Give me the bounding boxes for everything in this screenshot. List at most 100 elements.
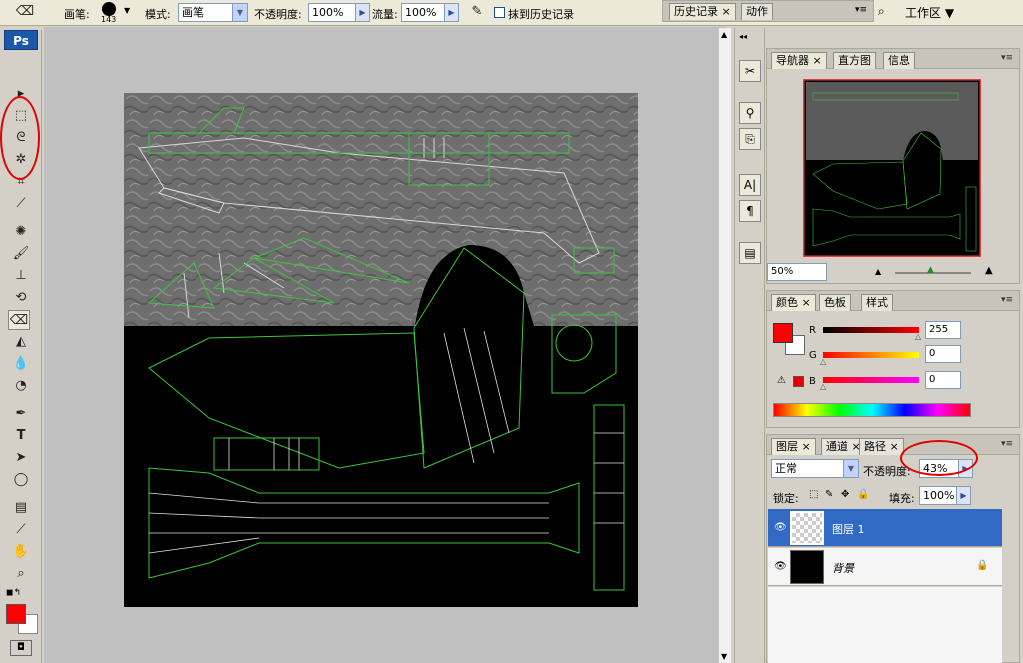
zoom-slider-handle[interactable]: ▲ bbox=[927, 265, 934, 275]
color-tabs: 颜色 × 色板 样式 ▾≡ bbox=[767, 291, 1019, 311]
healing-brush-icon[interactable]: ✺ bbox=[10, 222, 32, 242]
eyedropper-icon[interactable]: ⟋ bbox=[10, 520, 32, 540]
history-brush-icon[interactable]: ⟲ bbox=[10, 288, 32, 308]
eraser-tool-icon[interactable]: ⌫ bbox=[14, 2, 36, 22]
chevron-down-icon: ▼ bbox=[843, 460, 858, 477]
annotation-circle bbox=[0, 96, 40, 180]
clone-source-icon[interactable]: ⎘ bbox=[739, 128, 761, 150]
gamut-warning-icon[interactable]: ⚠ bbox=[777, 375, 786, 386]
dodge-tool-icon[interactable]: ◔ bbox=[10, 376, 32, 396]
tab-label: 色板 bbox=[824, 296, 846, 309]
zoom-tool-icon[interactable]: ⌕ bbox=[10, 564, 32, 584]
tab-info[interactable]: 信息 bbox=[883, 52, 915, 69]
flow-field[interactable]: 100% ▶ bbox=[401, 3, 459, 22]
chevron-down-icon: ▼ bbox=[232, 4, 247, 21]
tab-layers[interactable]: 图层 × bbox=[771, 438, 816, 455]
tab-label: 样式 bbox=[866, 296, 888, 309]
type-tool-icon[interactable]: T bbox=[10, 426, 32, 446]
slider-handle[interactable]: △ bbox=[915, 332, 921, 341]
layer-row-selected[interactable]: 👁 图层 1 bbox=[768, 509, 1002, 547]
g-value-field[interactable]: 0 bbox=[925, 345, 961, 363]
brush-preview-icon[interactable] bbox=[102, 2, 116, 16]
search-icon[interactable]: ⌕ bbox=[878, 4, 885, 19]
lock-label: 锁定: bbox=[773, 492, 799, 505]
blend-mode-select[interactable]: 正常 ▼ bbox=[771, 459, 859, 478]
tab-swatches[interactable]: 色板 bbox=[819, 294, 851, 311]
scroll-up-icon[interactable]: ▲ bbox=[721, 30, 727, 39]
paint-bucket-icon[interactable]: ◭ bbox=[10, 332, 32, 352]
layer-comps-icon[interactable]: ▤ bbox=[739, 242, 761, 264]
paragraph-icon[interactable]: ¶ bbox=[739, 200, 761, 222]
zoom-in-icon[interactable]: ▲ bbox=[985, 265, 993, 276]
navigator-thumbnail[interactable] bbox=[803, 79, 981, 257]
eraser-tool-icon[interactable]: ⌫ bbox=[8, 310, 30, 330]
visibility-eye-icon[interactable]: 👁 bbox=[774, 522, 787, 533]
g-value: 0 bbox=[929, 348, 936, 359]
r-slider[interactable] bbox=[823, 327, 919, 333]
vertical-scrollbar[interactable]: ▲ ▼ bbox=[718, 28, 731, 663]
slider-arrow-icon[interactable]: ▶ bbox=[444, 4, 458, 21]
clone-stamp-icon[interactable]: ⊥ bbox=[10, 266, 32, 286]
b-value: 0 bbox=[929, 374, 936, 385]
panel-menu-icon[interactable]: ▾≡ bbox=[855, 5, 867, 15]
slider-handle[interactable]: △ bbox=[820, 382, 826, 391]
fill-value: 100% bbox=[923, 489, 955, 502]
b-value-field[interactable]: 0 bbox=[925, 371, 961, 389]
hand-tool-icon[interactable]: ✋ bbox=[10, 542, 32, 562]
foreground-color-swatch[interactable] bbox=[773, 323, 793, 343]
g-slider[interactable] bbox=[823, 352, 919, 358]
lock-all-icon[interactable]: 🔒 bbox=[857, 489, 869, 500]
tool-presets-icon[interactable]: ✂ bbox=[739, 60, 761, 82]
gamut-swatch[interactable] bbox=[793, 376, 804, 387]
fill-field[interactable]: 100% ▶ bbox=[919, 486, 971, 505]
history-tab-label: 历史记录 bbox=[674, 5, 718, 18]
scroll-down-icon[interactable]: ▼ bbox=[721, 652, 727, 661]
layer-row[interactable]: 👁 背景 🔒 bbox=[768, 548, 1002, 586]
lock-pixels-icon[interactable]: ✎ bbox=[825, 489, 833, 500]
slider-arrow-icon[interactable]: ▶ bbox=[956, 487, 970, 504]
path-select-icon[interactable]: ➤ bbox=[10, 448, 32, 468]
airbrush-icon[interactable]: ✎ bbox=[466, 2, 488, 22]
tab-navigator[interactable]: 导航器 × bbox=[771, 52, 827, 69]
tab-paths[interactable]: 路径 × bbox=[859, 438, 904, 455]
panel-menu-icon[interactable]: ▾≡ bbox=[1001, 53, 1013, 63]
lock-position-icon[interactable]: ✥ bbox=[841, 489, 849, 500]
tab-color[interactable]: 颜色 × bbox=[771, 294, 816, 311]
erase-history-checkbox[interactable] bbox=[494, 7, 505, 18]
blur-tool-icon[interactable]: 💧 bbox=[10, 354, 32, 374]
character-icon[interactable]: A| bbox=[739, 174, 761, 196]
workspace-menu[interactable]: 工作区 ▼ bbox=[905, 4, 954, 21]
panel-menu-icon[interactable]: ▾≡ bbox=[1001, 439, 1013, 449]
tab-actions[interactable]: 动作 bbox=[741, 3, 773, 20]
b-label: B bbox=[809, 376, 816, 387]
tab-histogram[interactable]: 直方图 bbox=[833, 52, 876, 69]
tab-history[interactable]: 历史记录 × bbox=[669, 3, 736, 20]
mode-select[interactable]: 画笔 ▼ bbox=[178, 3, 248, 22]
notes-tool-icon[interactable]: ▤ bbox=[10, 498, 32, 518]
r-value-field[interactable]: 255 bbox=[925, 321, 961, 339]
pen-tool-icon[interactable]: ✒ bbox=[10, 404, 32, 424]
foreground-color-swatch[interactable] bbox=[6, 604, 26, 624]
tab-styles[interactable]: 样式 bbox=[861, 294, 893, 311]
slider-arrow-icon[interactable]: ▶ bbox=[355, 4, 369, 21]
zoom-out-icon[interactable]: ▲ bbox=[875, 267, 881, 276]
lock-transparent-icon[interactable]: ⬚ bbox=[809, 489, 818, 500]
slice-tool-icon[interactable]: ⟋ bbox=[10, 194, 32, 214]
opacity-field[interactable]: 100% ▶ bbox=[308, 3, 370, 22]
color-ramp[interactable] bbox=[773, 403, 971, 417]
slider-handle[interactable]: △ bbox=[820, 357, 826, 366]
document-canvas[interactable] bbox=[124, 93, 638, 607]
zoom-field[interactable]: 50% bbox=[767, 263, 827, 281]
ellipse-tool-icon[interactable]: ◯ bbox=[10, 470, 32, 490]
brushes-icon[interactable]: ⚲ bbox=[739, 102, 761, 124]
b-slider[interactable] bbox=[823, 377, 919, 383]
default-colors-icon[interactable]: ◼↰ bbox=[6, 588, 21, 598]
quick-mask-icon[interactable]: ◘ bbox=[10, 640, 32, 656]
tab-label: 直方图 bbox=[838, 54, 871, 67]
visibility-eye-icon[interactable]: 👁 bbox=[774, 561, 787, 572]
expand-icon[interactable]: ◂◂ bbox=[739, 32, 747, 41]
tab-label: 图层 bbox=[776, 440, 798, 453]
brush-tool-icon[interactable]: 🖌 bbox=[10, 244, 32, 264]
panel-menu-icon[interactable]: ▾≡ bbox=[1001, 295, 1013, 305]
brush-dropdown-icon[interactable]: ▼ bbox=[124, 6, 130, 15]
